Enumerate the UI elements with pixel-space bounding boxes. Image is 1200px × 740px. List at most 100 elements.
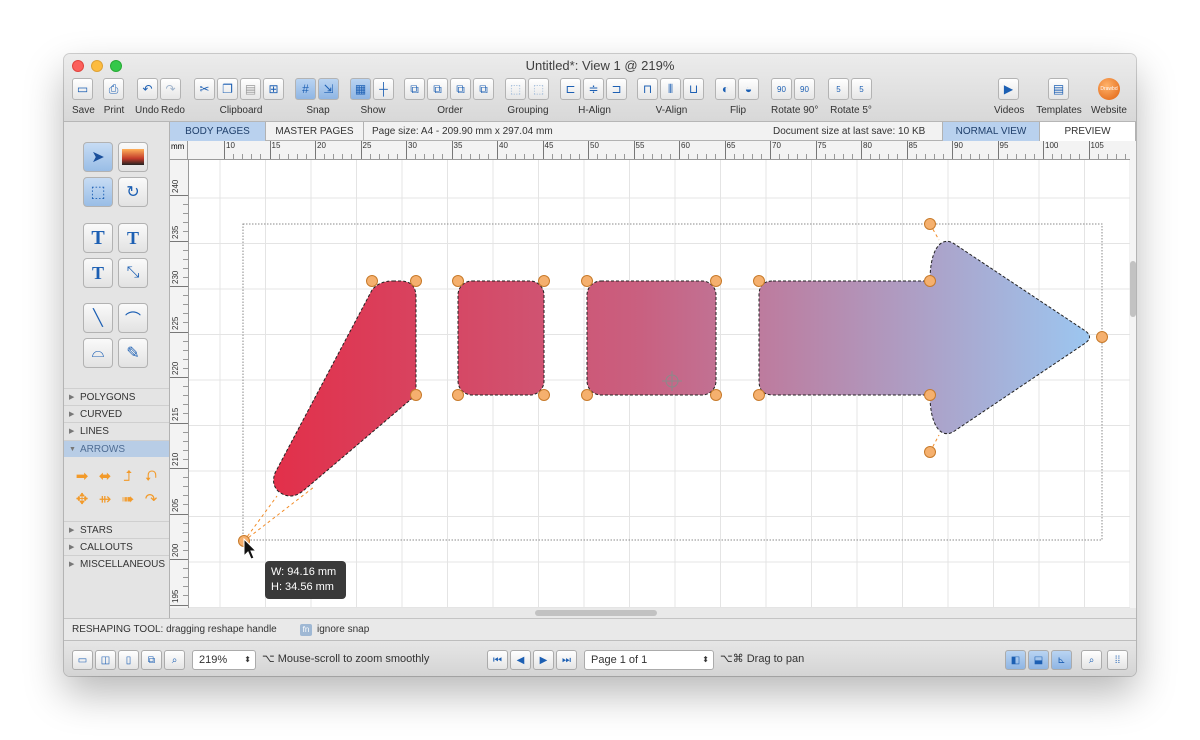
- bezier-tool-button[interactable]: ⌓: [83, 338, 113, 368]
- reshape-handle[interactable]: [753, 275, 765, 287]
- arrow-double-icon[interactable]: ⬌: [95, 468, 115, 486]
- duplicate-button[interactable]: ⊞: [263, 78, 284, 100]
- tab-body-pages[interactable]: BODY PAGES: [170, 122, 266, 141]
- rotate-tool-button[interactable]: ↻: [118, 177, 148, 207]
- view-rulers-button[interactable]: ⊾: [1051, 650, 1072, 670]
- tab-preview[interactable]: PREVIEW: [1040, 122, 1136, 141]
- send-backward-button[interactable]: ⧉: [450, 78, 471, 100]
- videos-button[interactable]: ▶: [998, 78, 1019, 100]
- vertical-scroll-thumb[interactable]: [1130, 261, 1136, 317]
- reshape-handle[interactable]: [710, 275, 722, 287]
- rotate-5-ccw-button[interactable]: 5: [828, 78, 849, 100]
- arrow-segment-medium[interactable]: [586, 280, 717, 396]
- last-page-button[interactable]: ⏭: [556, 650, 577, 670]
- category-arrows[interactable]: ARROWS: [64, 440, 169, 458]
- align-middle-button[interactable]: ⦀: [660, 78, 681, 100]
- reshape-handle[interactable]: [452, 389, 464, 401]
- flip-horizontal-button[interactable]: ◐: [715, 78, 736, 100]
- reshape-handle[interactable]: [1096, 331, 1108, 343]
- tab-master-pages[interactable]: MASTER PAGES: [266, 122, 364, 141]
- layout-split-button[interactable]: ◫: [95, 650, 116, 670]
- select-tool-button[interactable]: ➤: [83, 142, 113, 172]
- arrow-bent-up-icon[interactable]: ⮥: [118, 468, 138, 486]
- ungroup-button[interactable]: ⬚: [528, 78, 549, 100]
- align-top-button[interactable]: ⊓: [637, 78, 658, 100]
- category-lines[interactable]: LINES: [64, 422, 169, 440]
- reshape-handle[interactable]: [924, 389, 936, 401]
- reshape-tool-button[interactable]: ⬚: [83, 177, 113, 207]
- arrow-curved-icon[interactable]: ↷: [141, 491, 161, 509]
- arrow-head-segment[interactable]: [758, 240, 1090, 435]
- align-left-button[interactable]: ⊏: [560, 78, 581, 100]
- reshape-handle[interactable]: [581, 389, 593, 401]
- reshaped-triangle-segment[interactable]: [273, 280, 417, 497]
- arrow-striped-icon[interactable]: ⇻: [95, 491, 115, 509]
- category-stars[interactable]: STARS: [64, 521, 169, 539]
- reshape-handle[interactable]: [410, 389, 422, 401]
- group-button[interactable]: ⬚: [505, 78, 526, 100]
- tab-normal-view[interactable]: NORMAL VIEW: [942, 122, 1040, 141]
- arrow-split-icon[interactable]: ⮏: [141, 468, 161, 486]
- line-tool-button[interactable]: ╲: [83, 303, 113, 333]
- arrow-segment-small[interactable]: [457, 280, 545, 396]
- arrow-four-way-icon[interactable]: ✥: [72, 491, 92, 509]
- category-miscellaneous[interactable]: MISCELLANEOUS: [64, 555, 169, 573]
- drawing-canvas[interactable]: [189, 160, 1130, 608]
- reshape-handle[interactable]: [538, 389, 550, 401]
- category-polygons[interactable]: POLYGONS: [64, 388, 169, 406]
- rotate-90-ccw-button[interactable]: 90: [771, 78, 792, 100]
- print-button[interactable]: ⎙: [103, 78, 124, 100]
- reshape-handle[interactable]: [581, 275, 593, 287]
- copy-button[interactable]: ❐: [217, 78, 238, 100]
- horizontal-scroll-thumb[interactable]: [535, 610, 657, 616]
- view-left-panel-button[interactable]: ◧: [1005, 650, 1026, 670]
- send-back-button[interactable]: ⧉: [473, 78, 494, 100]
- arrow-notched-icon[interactable]: ➠: [118, 491, 138, 509]
- curve-tool-button[interactable]: ⌒: [118, 303, 148, 333]
- snap-object-button[interactable]: ⇲: [318, 78, 339, 100]
- reshape-handle[interactable]: [753, 389, 765, 401]
- save-button[interactable]: ▭: [72, 78, 93, 100]
- zoom-tool-button[interactable]: ⌕: [164, 650, 185, 670]
- website-button[interactable]: Drawbd: [1098, 78, 1120, 100]
- reshape-handle[interactable]: [452, 275, 464, 287]
- align-center-button[interactable]: ≑: [583, 78, 604, 100]
- image-select-tool-button[interactable]: [118, 142, 148, 172]
- vertical-scrollbar[interactable]: [1130, 141, 1136, 608]
- reshape-handle[interactable]: [410, 275, 422, 287]
- text-tool-button[interactable]: T: [83, 223, 113, 253]
- pencil-tool-button[interactable]: ✎: [118, 338, 148, 368]
- paste-button[interactable]: ▤: [240, 78, 261, 100]
- reshape-handle[interactable]: [924, 218, 936, 230]
- pages-button[interactable]: ⧉: [141, 650, 162, 670]
- next-page-button[interactable]: ▶: [533, 650, 554, 670]
- reshape-handle[interactable]: [366, 275, 378, 287]
- connector-tool-button[interactable]: ⤡: [118, 258, 148, 288]
- arrow-right-icon[interactable]: ➡: [72, 468, 92, 486]
- bring-forward-button[interactable]: ⧉: [427, 78, 448, 100]
- zoom-select[interactable]: 219% ⬍: [192, 650, 256, 670]
- inspector-button[interactable]: ⌕: [1081, 650, 1102, 670]
- reshape-handle[interactable]: [710, 389, 722, 401]
- prev-page-button[interactable]: ◀: [510, 650, 531, 670]
- rotate-90-cw-button[interactable]: 90: [794, 78, 815, 100]
- page-button[interactable]: ▯: [118, 650, 139, 670]
- align-right-button[interactable]: ⊐: [606, 78, 627, 100]
- align-bottom-button[interactable]: ⊔: [683, 78, 704, 100]
- rotate-5-cw-button[interactable]: 5: [851, 78, 872, 100]
- snap-grid-button[interactable]: #: [295, 78, 316, 100]
- page-select[interactable]: Page 1 of 1 ⬍: [584, 650, 714, 670]
- reshape-handle[interactable]: [924, 275, 936, 287]
- templates-button[interactable]: ▤: [1048, 78, 1069, 100]
- bring-front-button[interactable]: ⧉: [404, 78, 425, 100]
- text-add-tool-button[interactable]: T: [118, 223, 148, 253]
- show-guides-button[interactable]: ┼: [373, 78, 394, 100]
- category-callouts[interactable]: CALLOUTS: [64, 538, 169, 556]
- first-page-button[interactable]: ⏮: [487, 650, 508, 670]
- undo-button[interactable]: ↶: [137, 78, 158, 100]
- redo-button[interactable]: ↷: [160, 78, 181, 100]
- show-grid-button[interactable]: ▦: [350, 78, 371, 100]
- layout-single-button[interactable]: ▭: [72, 650, 93, 670]
- view-bottom-panel-button[interactable]: ⬓: [1028, 650, 1049, 670]
- flip-vertical-button[interactable]: ◒: [738, 78, 759, 100]
